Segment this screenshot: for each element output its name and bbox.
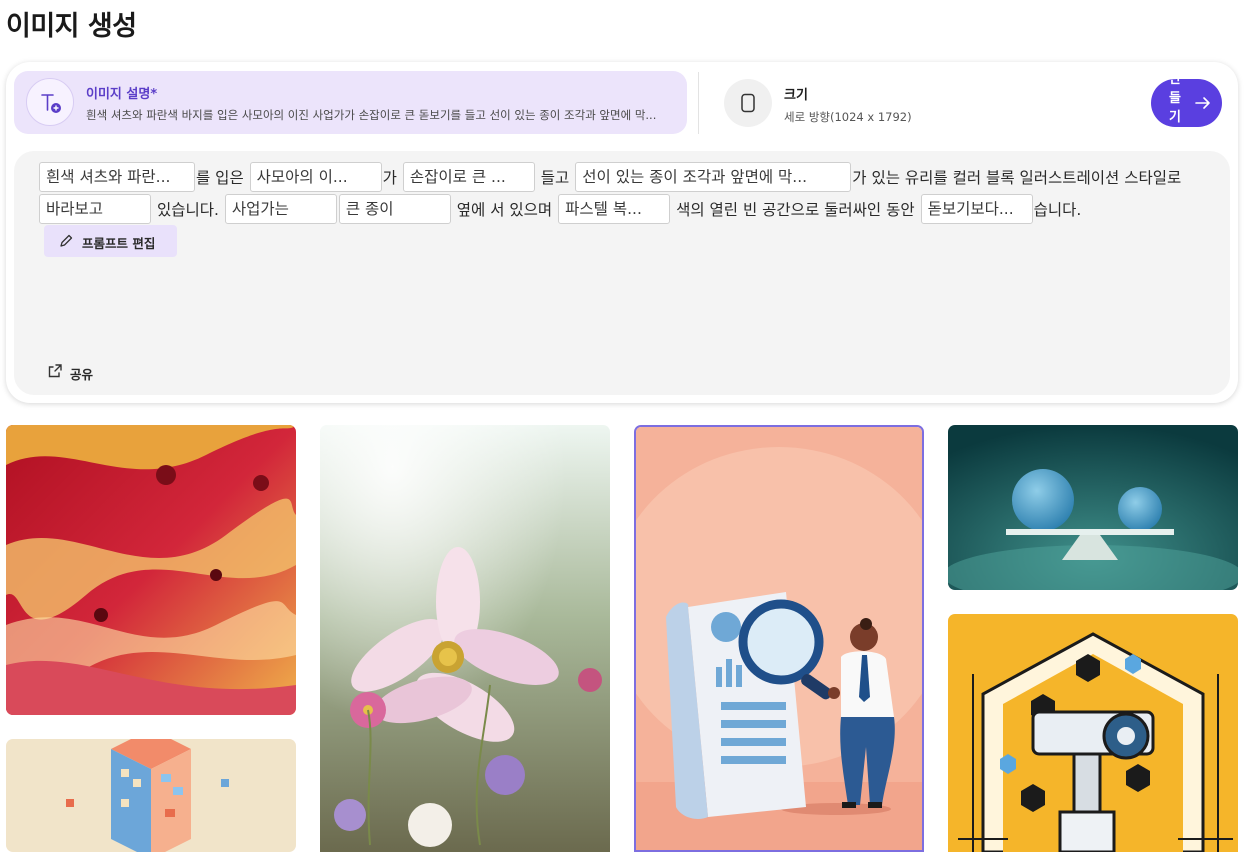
share-label: 공유 — [70, 367, 94, 382]
prompt-segment: 있습니다. — [156, 201, 219, 219]
gallery-image-cosmos-flower[interactable] — [320, 425, 610, 852]
description-title: 이미지 설명* — [86, 87, 158, 102]
text-image-icon — [26, 78, 74, 126]
prompt-slot-paper-size[interactable]: 큰 종이 — [338, 193, 451, 224]
prompt-panel: 이미지 설명* 흰색 셔츠와 파란색 바지를 입은 사모아의 이진 사업가가 손… — [6, 62, 1238, 403]
arrow-right-icon — [1195, 97, 1210, 109]
prompt-slot-subject[interactable]: 사업가는 — [224, 193, 337, 224]
prompt-slot-detail[interactable]: 돋보기보다... — [920, 193, 1033, 224]
prompt-segment: 색의 열린 빈 공간으로 둘러싸인 동안 — [676, 201, 915, 219]
prompt-text: 흰색 셔츠와 파란... 를 입은 사모아의 이... 가 손잡이로 큰 ... 들… — [38, 161, 1218, 226]
portrait-icon[interactable] — [724, 79, 772, 127]
pencil-icon — [60, 234, 73, 247]
gallery-image-abstract-liquid[interactable] — [6, 425, 296, 715]
prompt-segment: 를 입은 — [196, 169, 244, 187]
prompt-segment: 들고 — [540, 169, 570, 187]
prompt-slot-color[interactable]: 파스텔 복... — [558, 193, 671, 224]
gallery-image-security-camera[interactable] — [948, 614, 1238, 852]
create-button-label: 만들기 — [1169, 79, 1181, 125]
size-title: 크기 — [784, 88, 808, 103]
prompt-slot-action[interactable]: 바라보고 — [39, 193, 151, 224]
prompt-slot-clothing[interactable]: 흰색 셔츠와 파란... — [39, 161, 195, 192]
prompt-segment: 가 — [382, 169, 397, 187]
gallery-image-balance-spheres[interactable] — [948, 425, 1238, 590]
edit-prompt-button[interactable]: 프롬프트 편집 — [44, 225, 177, 257]
description-text: 흰색 셔츠와 파란색 바지를 입은 사모아의 이진 사업가가 손잡이로 큰 돋보… — [86, 108, 657, 122]
description-card[interactable]: 이미지 설명* 흰색 셔츠와 파란색 바지를 입은 사모아의 이진 사업가가 손… — [14, 71, 687, 134]
prompt-segment: 옆에 서 있으며 — [456, 201, 553, 219]
share-button[interactable]: 공유 — [46, 359, 116, 385]
page-title: 이미지 생성 — [6, 11, 137, 42]
create-button[interactable]: 만들기 — [1151, 79, 1222, 127]
prompt-segment: 습니다. — [1033, 201, 1082, 219]
edit-prompt-label: 프롬프트 편집 — [82, 236, 156, 251]
gallery-image-isometric-building[interactable] — [6, 739, 296, 852]
size-value[interactable]: 세로 방향(1024 x 1792) — [784, 109, 912, 125]
share-icon — [48, 364, 62, 378]
prompt-segment: 가 있는 유리를 컬러 블록 일러스트레이션 스타일로 — [852, 169, 1182, 187]
prompt-slot-person[interactable]: 사모아의 이... — [249, 161, 382, 192]
divider — [698, 72, 699, 134]
prompt-slot-object[interactable]: 손잡이로 큰 ... — [402, 161, 535, 192]
gallery-image-businessman-magnifier[interactable] — [634, 425, 924, 852]
prompt-editor: 흰색 셔츠와 파란... 를 입은 사모아의 이... 가 손잡이로 큰 ... 들… — [14, 151, 1230, 395]
prompt-slot-paper[interactable]: 선이 있는 종이 조각과 앞면에 막... — [575, 161, 852, 192]
